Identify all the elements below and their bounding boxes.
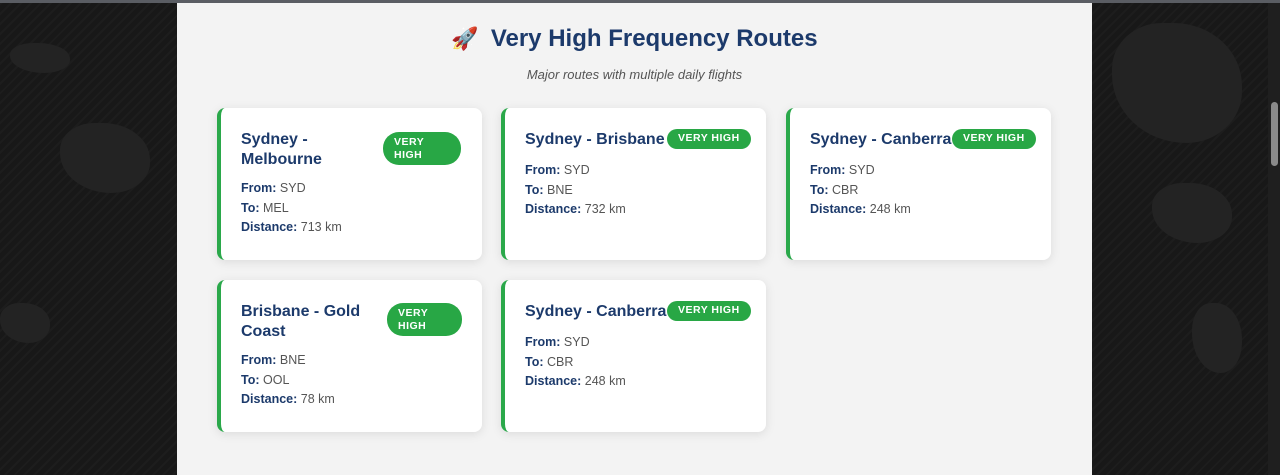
rocket-icon: 🚀: [451, 26, 479, 51]
route-title: Brisbane - Gold Coast: [241, 303, 361, 340]
section-heading: 🚀 Very High Frequency Routes: [177, 25, 1092, 53]
map-landmass: [1152, 183, 1232, 243]
route-distance: Distance: 713 km: [241, 220, 342, 234]
map-background-right: [1092, 3, 1268, 475]
route-to: To: CBR: [810, 182, 859, 197]
route-card[interactable]: Brisbane - Gold Coast VERY HIGH From: BN…: [217, 280, 482, 432]
map-background-left: [0, 3, 177, 475]
route-details: From: SYD To: CBR Distance: 248 km: [810, 161, 911, 220]
route-title: Sydney - Brisbane: [525, 131, 665, 148]
route-from: From: SYD: [525, 335, 590, 349]
route-from: From: SYD: [525, 163, 590, 177]
route-from: From: BNE: [241, 353, 306, 367]
route-details: From: BNE To: OOL Distance: 78 km: [241, 351, 335, 410]
map-landmass: [1112, 23, 1242, 143]
route-to: To: CBR: [525, 354, 574, 369]
map-landmass: [60, 123, 150, 193]
route-details: From: SYD To: MEL Distance: 713 km: [241, 179, 342, 238]
route-distance: Distance: 732 km: [525, 202, 626, 216]
route-to: To: OOL: [241, 372, 290, 387]
frequency-badge: VERY HIGH: [952, 129, 1036, 149]
map-landmass: [10, 43, 70, 73]
route-to: To: MEL: [241, 200, 289, 215]
frequency-badge: VERY HIGH: [383, 132, 461, 165]
frequency-badge: VERY HIGH: [667, 301, 751, 321]
route-card[interactable]: Sydney - Melbourne VERY HIGH From: SYD T…: [217, 108, 482, 260]
section-title: Very High Frequency Routes: [490, 25, 818, 52]
map-landmass: [0, 303, 50, 343]
route-title: Sydney - Canberra: [810, 131, 952, 148]
routes-panel: 🚀 Very High Frequency Routes Major routes…: [177, 3, 1092, 475]
route-distance: Distance: 78 km: [241, 392, 335, 406]
route-title: Sydney - Canberra: [525, 303, 667, 320]
route-to: To: BNE: [525, 182, 573, 197]
section-subtitle: Major routes with multiple daily flights: [526, 67, 743, 82]
route-card[interactable]: Sydney - Canberra VERY HIGH From: SYD To…: [501, 280, 766, 432]
route-from: From: SYD: [810, 163, 875, 177]
frequency-badge: VERY HIGH: [667, 129, 751, 149]
route-distance: Distance: 248 km: [810, 202, 911, 216]
page-scrollbar[interactable]: [1268, 3, 1280, 475]
map-landmass: [1192, 303, 1242, 373]
frequency-badge: VERY HIGH: [387, 303, 462, 336]
route-distance: Distance: 248 km: [525, 374, 626, 388]
route-card[interactable]: Sydney - Canberra VERY HIGH From: SYD To…: [786, 108, 1051, 260]
route-from: From: SYD: [241, 181, 306, 195]
route-card[interactable]: Sydney - Brisbane VERY HIGH From: SYD To…: [501, 108, 766, 260]
scrollbar-thumb[interactable]: [1271, 102, 1278, 166]
route-details: From: SYD To: BNE Distance: 732 km: [525, 161, 626, 220]
route-title: Sydney - Melbourne: [241, 131, 322, 168]
route-details: From: SYD To: CBR Distance: 248 km: [525, 333, 626, 392]
